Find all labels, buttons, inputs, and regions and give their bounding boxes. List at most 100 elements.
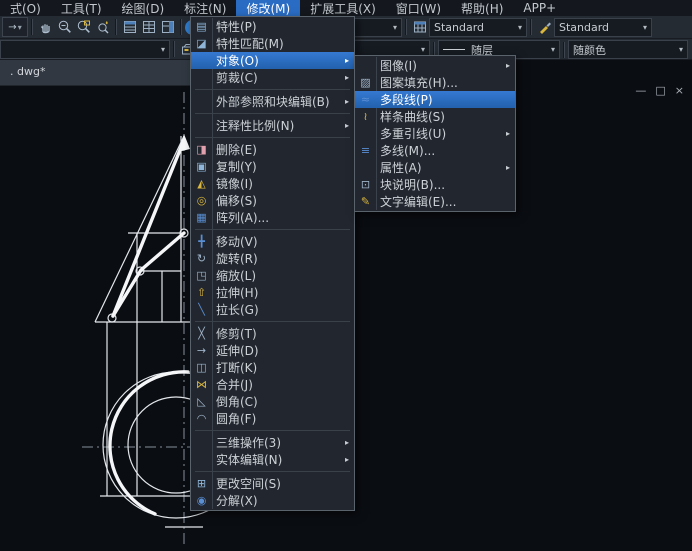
caret-down-icon: ▾: [158, 45, 165, 54]
submenu-arrow-icon: ▸: [345, 121, 354, 130]
menu-item[interactable]: ◨ 删除(E): [191, 141, 354, 158]
menu-item[interactable]: ╋ 移动(V): [191, 233, 354, 250]
submenu-item-label: 图像(I): [376, 57, 417, 74]
submenu-item[interactable]: 图像(I) ▸: [355, 57, 515, 74]
menu-item[interactable]: ◠ 圆角(F): [191, 410, 354, 427]
submenu-arrow-icon: ▸: [345, 56, 354, 65]
menu-item[interactable]: 剪裁(C) ▸: [191, 69, 354, 86]
caret-down-icon: ▾: [676, 45, 683, 54]
menu-item[interactable]: [191, 134, 354, 141]
menu-item[interactable]: ⇧ 拉伸(H): [191, 284, 354, 301]
menu-item-label: 拉长(G): [212, 301, 259, 318]
menu-item[interactable]: 对象(O) ▸: [191, 52, 354, 69]
menu-item[interactable]: ◉ 分解(X): [191, 492, 354, 509]
submenu-item[interactable]: ≈ 多段线(P): [355, 91, 515, 108]
menu-item-icon: ◳: [191, 267, 212, 284]
menu-item[interactable]: ▣ 复制(Y): [191, 158, 354, 175]
menu-item[interactable]: [191, 427, 354, 434]
menu-item-icon: ╋: [191, 233, 212, 250]
menubar-item[interactable]: 工具(T): [51, 0, 112, 16]
menu-item-icon: ◎: [191, 192, 212, 209]
dim-style-dropdown[interactable]: Standard ▾: [554, 18, 652, 37]
menubar-item[interactable]: 标注(N): [174, 0, 236, 16]
caret-down-icon: ▾: [515, 23, 522, 32]
properties-palette-icon: [122, 19, 138, 35]
submenu-item[interactable]: ≡ 多线(M)...: [355, 142, 515, 159]
menu-item[interactable]: [191, 86, 354, 93]
submenu-item[interactable]: ⊡ 块说明(B)...: [355, 176, 515, 193]
text-style-dropdown[interactable]: Standard ▾: [429, 18, 527, 37]
submenu-item[interactable]: ≀ 样条曲线(S): [355, 108, 515, 125]
zoom-realtime-button[interactable]: [55, 18, 74, 36]
lineweight-dropdown[interactable]: 随颜色 ▾: [568, 40, 688, 59]
menu-item[interactable]: ⊞ 更改空间(S): [191, 475, 354, 492]
pan-button[interactable]: [36, 18, 55, 36]
submenu-arrow-icon: ▸: [345, 438, 354, 447]
zoom-realtime-icon: [57, 19, 73, 35]
menu-item[interactable]: ╲ 拉长(G): [191, 301, 354, 318]
sheet-set-button[interactable]: [158, 18, 177, 36]
menu-item[interactable]: ╳ 修剪(T): [191, 325, 354, 342]
menu-item[interactable]: ▤ 特性(P): [191, 18, 354, 35]
lineweight-value: 随颜色: [573, 42, 676, 58]
menu-item-icon: ⊞: [191, 475, 212, 492]
menu-item-icon: ◠: [191, 410, 212, 427]
menu-item-icon: ▦: [191, 209, 212, 226]
submenu-item[interactable]: 多重引线(U) ▸: [355, 125, 515, 142]
menu-item-icon: ◺: [191, 393, 212, 410]
nav-forward-button[interactable]: → ▾: [2, 17, 28, 37]
menubar-item-label: 式(O): [10, 0, 41, 17]
menu-item[interactable]: ⋈ 合并(J): [191, 376, 354, 393]
menu-item[interactable]: ◪ 特性匹配(M): [191, 35, 354, 52]
menu-item-label: 阵列(A)...: [212, 209, 269, 226]
menu-item[interactable]: 实体编辑(N) ▸: [191, 451, 354, 468]
menubar-item[interactable]: 扩展工具(X): [300, 0, 386, 16]
menu-item[interactable]: [191, 318, 354, 325]
zoom-window-button[interactable]: [74, 18, 93, 36]
menu-item[interactable]: ◫ 打断(K): [191, 359, 354, 376]
menubar-item[interactable]: 式(O): [0, 0, 51, 16]
menu-item[interactable]: → 延伸(D): [191, 342, 354, 359]
menu-item-label: 特性匹配(M): [212, 35, 284, 52]
zoom-scale-button[interactable]: [93, 18, 112, 36]
menu-item[interactable]: 注释性比例(N) ▸: [191, 117, 354, 134]
minimize-button[interactable]: —: [635, 85, 646, 96]
menu-item-label: 圆角(F): [212, 410, 256, 427]
menu-item[interactable]: ◳ 缩放(L): [191, 267, 354, 284]
menu-item[interactable]: ◎ 偏移(S): [191, 192, 354, 209]
text-style-manager-button[interactable]: [410, 18, 429, 36]
toolbar-separator: [31, 19, 33, 35]
menu-item-label: 对象(O): [212, 52, 259, 69]
menubar-item[interactable]: 窗口(W): [386, 0, 451, 16]
caret-down-icon: ▾: [390, 23, 397, 32]
toolbar-separator: [115, 19, 117, 35]
submenu-item[interactable]: ✎ 文字编辑(E)...: [355, 193, 515, 210]
menu-item[interactable]: [191, 468, 354, 475]
menu-item-label: 移动(V): [212, 233, 258, 250]
submenu-item[interactable]: 属性(A) ▸: [355, 159, 515, 176]
layer-dropdown[interactable]: ▾: [0, 40, 170, 59]
submenu-arrow-icon: ▸: [345, 97, 354, 106]
layers-palette-button[interactable]: [139, 18, 158, 36]
menu-item-label: 更改空间(S): [212, 475, 281, 492]
menu-item[interactable]: ◭ 镜像(I): [191, 175, 354, 192]
menu-item[interactable]: ◺ 倒角(C): [191, 393, 354, 410]
menu-item-label: 镜像(I): [212, 175, 253, 192]
menubar-item[interactable]: 绘图(D): [112, 0, 175, 16]
menubar-item[interactable]: 修改(M): [236, 0, 300, 16]
submenu-item-icon: ≡: [355, 142, 376, 159]
dim-style-manager-button[interactable]: [535, 18, 554, 36]
menu-item[interactable]: 三维操作(3) ▸: [191, 434, 354, 451]
drawing-tab[interactable]: . dwg*: [0, 65, 45, 78]
menubar-item[interactable]: APP+: [513, 0, 566, 16]
menu-item[interactable]: [191, 110, 354, 117]
close-button[interactable]: ×: [675, 85, 684, 96]
properties-palette-button[interactable]: [120, 18, 139, 36]
submenu-item[interactable]: ▨ 图案填充(H)...: [355, 74, 515, 91]
menu-item[interactable]: 外部参照和块编辑(B) ▸: [191, 93, 354, 110]
restore-button[interactable]: □: [655, 85, 665, 96]
menubar-item[interactable]: 帮助(H): [451, 0, 513, 16]
menu-item[interactable]: [191, 226, 354, 233]
menu-item[interactable]: ↻ 旋转(R): [191, 250, 354, 267]
menu-item[interactable]: ▦ 阵列(A)...: [191, 209, 354, 226]
